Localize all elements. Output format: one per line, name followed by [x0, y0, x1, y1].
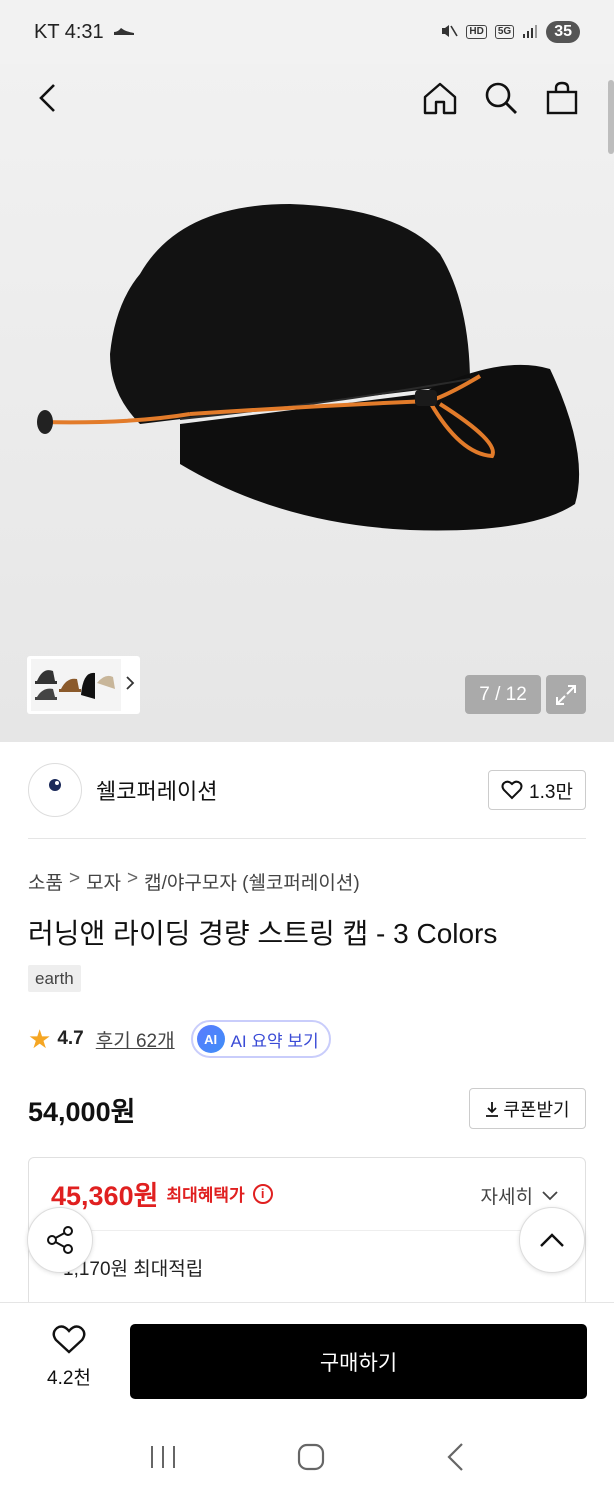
expand-icon: [556, 684, 576, 705]
chevron-up-icon: [540, 1233, 564, 1247]
thumbnail-image: [31, 659, 121, 711]
chevron-down-icon: [542, 1190, 558, 1200]
coupon-button[interactable]: 쿠폰받기: [469, 1088, 586, 1129]
chevron-right-icon: [125, 675, 135, 696]
download-icon: [486, 1101, 499, 1117]
ai-summary-button[interactable]: AI AI 요약 보기: [190, 1020, 331, 1058]
home-circle-icon: [297, 1443, 325, 1470]
battery-indicator: 35: [546, 21, 580, 43]
brand-row: 쉘코퍼레이션 1.3만: [28, 762, 586, 818]
hd-icon: HD: [466, 25, 487, 39]
divider: [51, 1230, 563, 1231]
signal-icon: [522, 24, 538, 41]
search-icon: [485, 82, 517, 114]
scroll-top-button[interactable]: [519, 1207, 585, 1273]
breadcrumb-item[interactable]: 소품: [28, 868, 63, 895]
thumbnail-strip[interactable]: [27, 656, 140, 714]
brand-name[interactable]: 쉘코퍼레이션: [96, 774, 217, 806]
ai-icon: AI: [196, 1025, 225, 1053]
rating-row: ★ 4.7 후기 62개 AI AI 요약 보기: [28, 1020, 331, 1058]
sneaker-icon: [112, 21, 136, 44]
info-icon[interactable]: i: [252, 1183, 273, 1204]
buy-button[interactable]: 구매하기: [130, 1324, 587, 1399]
system-navigation-bar: [0, 1418, 614, 1500]
carrier-time: KT 4:31: [34, 20, 104, 43]
chevron-right-icon: >: [127, 868, 139, 889]
back-nav-button[interactable]: [445, 1442, 465, 1477]
chevron-left-icon: [447, 1442, 463, 1471]
chevron-left-icon: [39, 84, 55, 112]
benefit-summary: 45,360원 최대혜택가 i: [51, 1174, 273, 1213]
max-benefit-label: 최대혜택가: [166, 1186, 245, 1205]
fullscreen-button[interactable]: [546, 675, 586, 714]
product-gallery[interactable]: 7 / 12: [0, 64, 614, 742]
breadcrumb-item[interactable]: 캡/야구모자 (쉘코퍼레이션): [144, 868, 360, 895]
home-button[interactable]: [418, 76, 462, 120]
search-button[interactable]: [479, 76, 523, 120]
mute-icon: [440, 23, 459, 42]
breadcrumb: 소품 > 모자 > 캡/야구모자 (쉘코퍼레이션): [28, 868, 360, 895]
product-tag[interactable]: earth: [28, 965, 81, 992]
shopping-bag-icon: [546, 81, 578, 115]
review-link[interactable]: 후기 62개: [96, 1026, 175, 1053]
star-icon: ★: [28, 1024, 52, 1054]
top-navigation: [0, 64, 614, 134]
heart-icon: [52, 1325, 86, 1354]
home-nav-button[interactable]: [296, 1442, 326, 1477]
share-icon: [47, 1226, 73, 1254]
detail-toggle-button[interactable]: 자세히: [481, 1182, 559, 1209]
heart-icon: [501, 780, 523, 800]
cart-button[interactable]: [540, 76, 584, 120]
status-bar: KT 4:31 HD 5G 35: [0, 0, 614, 64]
detail-label: 자세히: [480, 1187, 533, 1208]
breadcrumb-item[interactable]: 모자: [86, 868, 121, 895]
original-price: 54,000원: [28, 1097, 136, 1127]
status-right: HD 5G 35: [440, 21, 580, 43]
recent-apps-button[interactable]: [149, 1444, 177, 1475]
rating-value: 4.7: [57, 1028, 84, 1049]
product-title: 러닝앤 라이딩 경량 스트링 캡 - 3 Colors: [28, 918, 498, 949]
recent-apps-icon: [151, 1445, 176, 1468]
ai-summary-label: AI 요약 보기: [230, 1031, 319, 1051]
brand-like-button[interactable]: 1.3만: [488, 770, 586, 810]
scrollbar[interactable]: [608, 80, 614, 154]
wishlist-button[interactable]: 4.2천: [34, 1325, 104, 1395]
divider: [28, 838, 586, 839]
share-button[interactable]: [27, 1207, 93, 1273]
product-image: [37, 204, 580, 531]
home-icon: [423, 82, 457, 115]
brand-like-count: 1.3만: [529, 781, 573, 803]
coupon-label: 쿠폰받기: [503, 1099, 570, 1120]
chevron-right-icon: >: [68, 868, 81, 889]
network-icon: 5G: [494, 25, 515, 39]
status-left: KT 4:31: [34, 21, 136, 44]
back-button[interactable]: [26, 76, 70, 120]
image-counter: 7 / 12: [465, 675, 541, 714]
bottom-action-bar: 4.2천 구매하기: [0, 1302, 614, 1418]
brand-logo[interactable]: [28, 763, 82, 817]
wishlist-count: 4.2천: [47, 1368, 91, 1389]
benefit-box: 45,360원 최대혜택가 i 자세히 1,170원 최대적립: [28, 1157, 586, 1317]
